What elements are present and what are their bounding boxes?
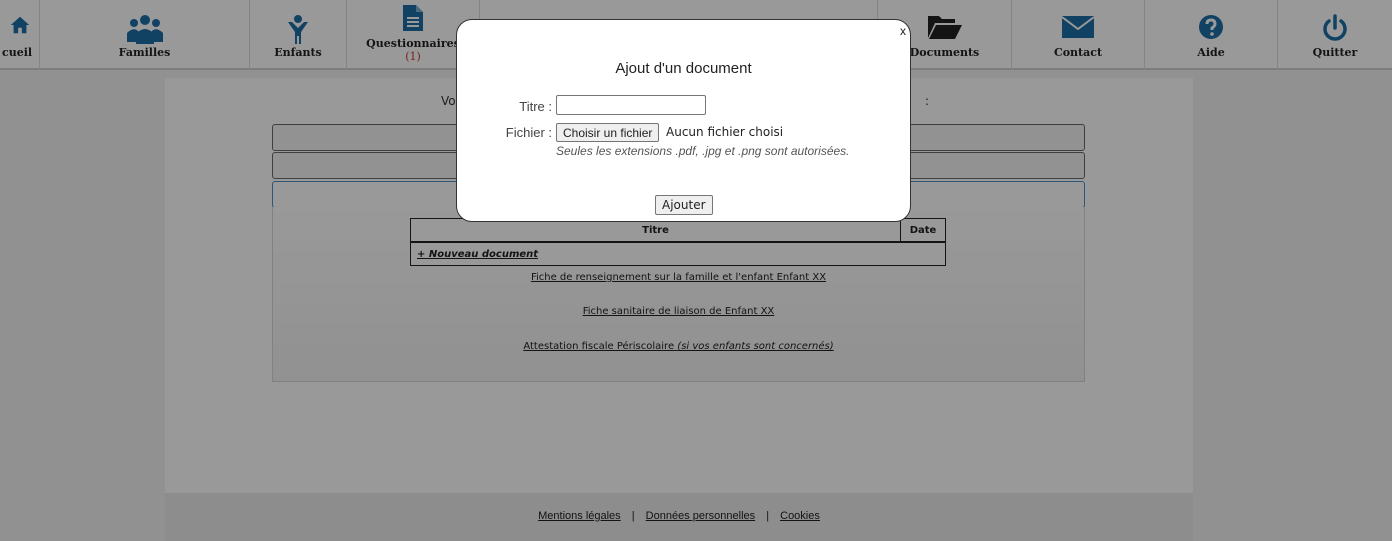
- titre-label: Titre :: [519, 99, 552, 114]
- file-status-text: Aucun fichier choisi: [666, 125, 784, 139]
- add-document-modal: x Ajout d'un document Titre : Fichier : …: [456, 19, 911, 222]
- file-extensions-hint: Seules les extensions .pdf, .jpg et .png…: [556, 144, 850, 158]
- choose-file-button[interactable]: Choisir un fichier: [556, 123, 660, 142]
- modal-title: Ajout d'un document: [615, 60, 752, 77]
- ajouter-button[interactable]: Ajouter: [655, 195, 713, 215]
- titre-input[interactable]: [556, 95, 706, 115]
- fichier-label: Fichier :: [505, 125, 552, 140]
- close-button[interactable]: x: [900, 24, 906, 38]
